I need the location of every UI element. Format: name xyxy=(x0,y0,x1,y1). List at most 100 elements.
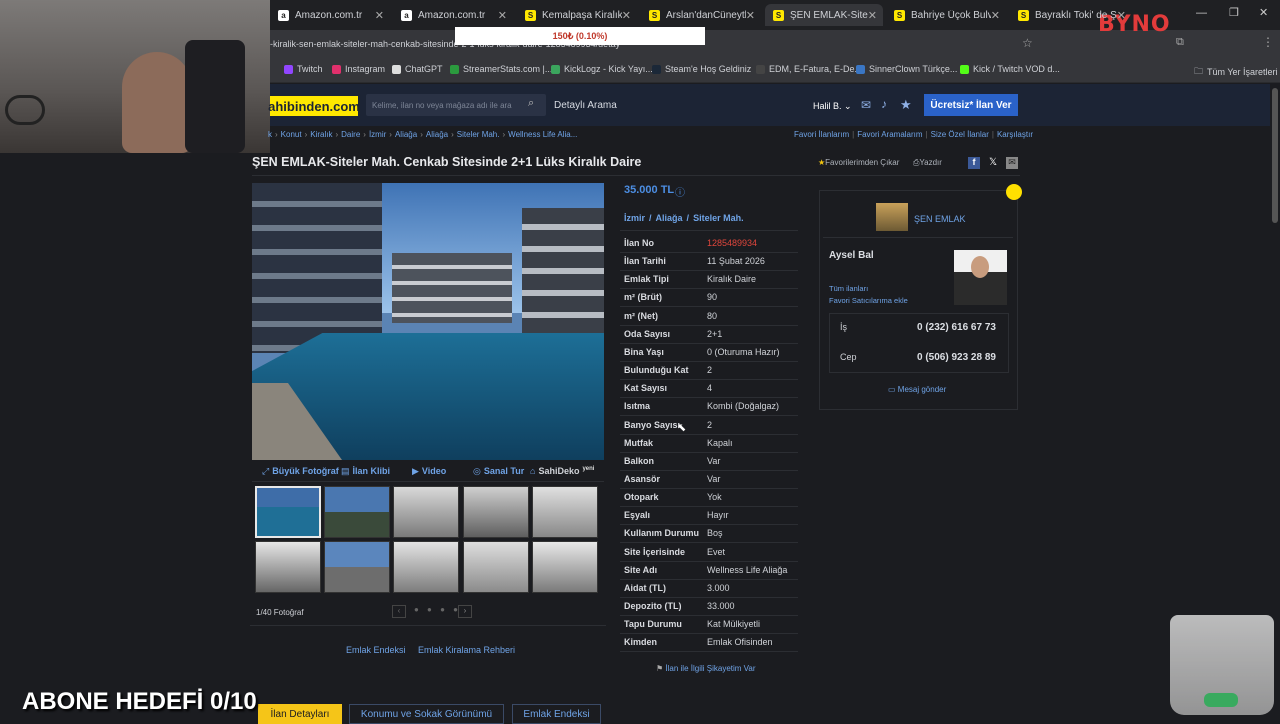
menu-icon[interactable]: ⋮ xyxy=(1262,35,1274,49)
window-maximize-icon[interactable]: ❐ xyxy=(1229,6,1239,19)
photo-thumbnail[interactable] xyxy=(462,541,529,593)
info-icon[interactable]: ⓘ xyxy=(675,184,685,199)
top-link[interactable]: Favori Aramalarım xyxy=(857,130,922,139)
extension-icon[interactable]: ⧉ xyxy=(1176,36,1184,49)
tab-emlak-endeksi[interactable]: Emlak Endeksi xyxy=(512,704,601,724)
browser-tab[interactable]: S Bayraklı Toki' de Şeh✕ xyxy=(1010,4,1132,26)
phone-number[interactable]: 0 (506) 923 28 89 xyxy=(917,352,996,363)
print-link[interactable]: ⎙Yazdır xyxy=(913,158,942,168)
cursor-icon: ⬉ xyxy=(677,422,687,434)
breadcrumb-item[interactable]: Aliağa xyxy=(426,130,448,139)
tab-location-street[interactable]: Konumu ve Sokak Görünümü xyxy=(349,704,504,724)
bookmark-item[interactable]: Steam'e Hoş Geldiniz xyxy=(652,64,751,74)
search-input[interactable]: Kelime, ilan no veya mağaza adı ile ara xyxy=(366,94,546,116)
breadcrumb-item[interactable]: Wellness Life Alia... xyxy=(508,130,577,139)
favorite-remove-link[interactable]: ★Favorilerimden Çıkar xyxy=(818,158,899,167)
breadcrumb-item[interactable]: k xyxy=(268,130,272,139)
photo-thumbnail[interactable] xyxy=(324,486,391,538)
chat-icon: ▭ xyxy=(888,385,898,394)
close-tab-icon[interactable]: ✕ xyxy=(868,9,877,22)
browser-tab[interactable]: a Amazon.com.tr ✕ xyxy=(270,4,390,26)
window-close-icon[interactable]: ✕ xyxy=(1259,6,1268,19)
complaint-link[interactable]: ⚑ İlan ile İlgili Şikayetim Var xyxy=(656,664,756,673)
browser-tab[interactable]: S ŞEN EMLAK-Siteler M✕ xyxy=(765,4,883,26)
all-bookmarks[interactable]: 🗀 Tüm Yer İşaretleri xyxy=(1194,64,1278,80)
send-message-link[interactable]: ▭ Mesaj gönder xyxy=(888,385,946,394)
photo-thumbnail[interactable] xyxy=(531,486,598,538)
browser-tab[interactable]: S Bahriye Üçok Bulvar✕ xyxy=(886,4,1006,26)
location-item[interactable]: Siteler Mah. xyxy=(693,213,744,223)
browser-tab[interactable]: S Arslan'danCüneytbey✕ xyxy=(641,4,761,26)
bookmark-item[interactable]: EDM, E-Fatura, E-De... xyxy=(756,64,862,74)
photo-thumbnail[interactable] xyxy=(531,541,598,593)
photo-thumbnail[interactable] xyxy=(255,541,321,593)
facebook-icon[interactable]: f xyxy=(968,157,980,169)
bookmark-item[interactable]: ChatGPT xyxy=(392,64,443,74)
photo-tab[interactable]: ⌂ SahiDeko yeni xyxy=(530,466,594,476)
phone-number[interactable]: 0 (232) 616 67 73 xyxy=(917,322,996,333)
photo-thumbnail[interactable] xyxy=(324,541,391,593)
detailed-search-link[interactable]: Detaylı Arama xyxy=(554,100,617,111)
main-photo[interactable] xyxy=(252,183,604,460)
breadcrumb-item[interactable]: Aliağa xyxy=(395,130,417,139)
add-favorite-seller-link[interactable]: Favori Satıcılarıma ekle xyxy=(829,296,908,305)
bookmark-item[interactable]: Twitch xyxy=(284,64,323,74)
photo-thumbnail[interactable] xyxy=(393,486,460,538)
agent-name: Aysel Bal xyxy=(829,250,874,261)
bookmark-item[interactable]: Instagram xyxy=(332,64,385,74)
mail-icon[interactable]: ✉ xyxy=(861,98,871,112)
emlak-endeksi-link[interactable]: Emlak Endeksi xyxy=(346,645,406,655)
breadcrumb-item[interactable]: Siteler Mah. xyxy=(457,130,500,139)
star-icon[interactable]: ☆ xyxy=(1022,36,1033,50)
bookmark-item[interactable]: SinnerClown Türkçe... xyxy=(856,64,957,74)
star-fav-icon[interactable]: ★ xyxy=(900,97,912,113)
bookmark-label: Steam'e Hoş Geldiniz xyxy=(665,64,752,74)
close-tab-icon[interactable]: ✕ xyxy=(991,9,1000,22)
photo-tab-label: İlan Klibi xyxy=(352,466,391,476)
detail-label: Bulunduğu Kat xyxy=(624,365,689,376)
agent-face xyxy=(971,256,989,278)
close-tab-icon[interactable]: ✕ xyxy=(746,9,755,22)
close-tab-icon[interactable]: ✕ xyxy=(498,9,507,22)
photo-thumbnail[interactable] xyxy=(255,486,321,538)
breadcrumb-item[interactable]: İzmir xyxy=(369,130,386,139)
bookmark-item[interactable]: KickLogz - Kick Yayı... xyxy=(551,64,653,74)
x-share-icon[interactable]: 𝕏 xyxy=(987,157,999,169)
breadcrumb-item[interactable]: Konut xyxy=(281,130,302,139)
top-link[interactable]: Karşılaştır xyxy=(997,130,1033,139)
photo-tab[interactable]: ◎ Sanal Tur xyxy=(473,466,524,477)
tab-listing-details[interactable]: İlan Detayları xyxy=(258,704,342,724)
bookmark-item[interactable]: StreamerStats.com |... xyxy=(450,64,552,74)
user-menu[interactable]: Halil B. ⌄ xyxy=(813,101,852,112)
breadcrumb-item[interactable]: Kiralık xyxy=(310,130,332,139)
close-tab-icon[interactable]: ✕ xyxy=(1117,9,1126,22)
bell-icon[interactable]: ♪ xyxy=(881,97,887,111)
email-share-icon[interactable]: ✉ xyxy=(1006,157,1018,169)
photo-tab[interactable]: ⤢ Büyük Fotoğraf xyxy=(262,466,339,477)
top-link[interactable]: Size Özel İlanlar xyxy=(931,130,989,139)
page-scrollbar[interactable] xyxy=(1272,88,1278,223)
office-logo[interactable] xyxy=(876,203,908,231)
office-name[interactable]: ŞEN EMLAK xyxy=(914,214,966,224)
photo-tab[interactable]: ▤ İlan Klibi xyxy=(341,466,390,477)
search-icon[interactable]: ⌕ xyxy=(528,97,534,110)
breadcrumb-separator: › xyxy=(363,130,366,139)
top-link[interactable]: Favori İlanlarım xyxy=(794,130,849,139)
close-tab-icon[interactable]: ✕ xyxy=(375,9,384,22)
all-listings-link[interactable]: Tüm ilanları xyxy=(829,284,868,293)
browser-tab[interactable]: a Amazon.com.tr ✕ xyxy=(393,4,513,26)
sahibinden-icon: S xyxy=(773,9,784,21)
location-item[interactable]: Aliağa xyxy=(656,213,683,223)
close-tab-icon[interactable]: ✕ xyxy=(622,9,631,22)
browser-tab[interactable]: S Kemalpaşa Kiralık Re✕ xyxy=(517,4,637,26)
photo-thumbnail[interactable] xyxy=(462,486,529,538)
site-logo[interactable]: ahibinden.com xyxy=(268,96,360,116)
post-ad-button[interactable]: Ücretsiz* İlan Ver xyxy=(924,94,1018,116)
breadcrumb-item[interactable]: Daire xyxy=(341,130,360,139)
photo-tab[interactable]: ▶ Video xyxy=(412,466,446,477)
photo-thumbnail[interactable] xyxy=(393,541,460,593)
bookmark-item[interactable]: Kick / Twitch VOD d... xyxy=(960,64,1060,74)
rental-guide-link[interactable]: Emlak Kiralama Rehberi xyxy=(418,645,515,655)
location-item[interactable]: İzmir xyxy=(624,213,645,223)
window-minimize-icon[interactable]: — xyxy=(1196,7,1207,19)
